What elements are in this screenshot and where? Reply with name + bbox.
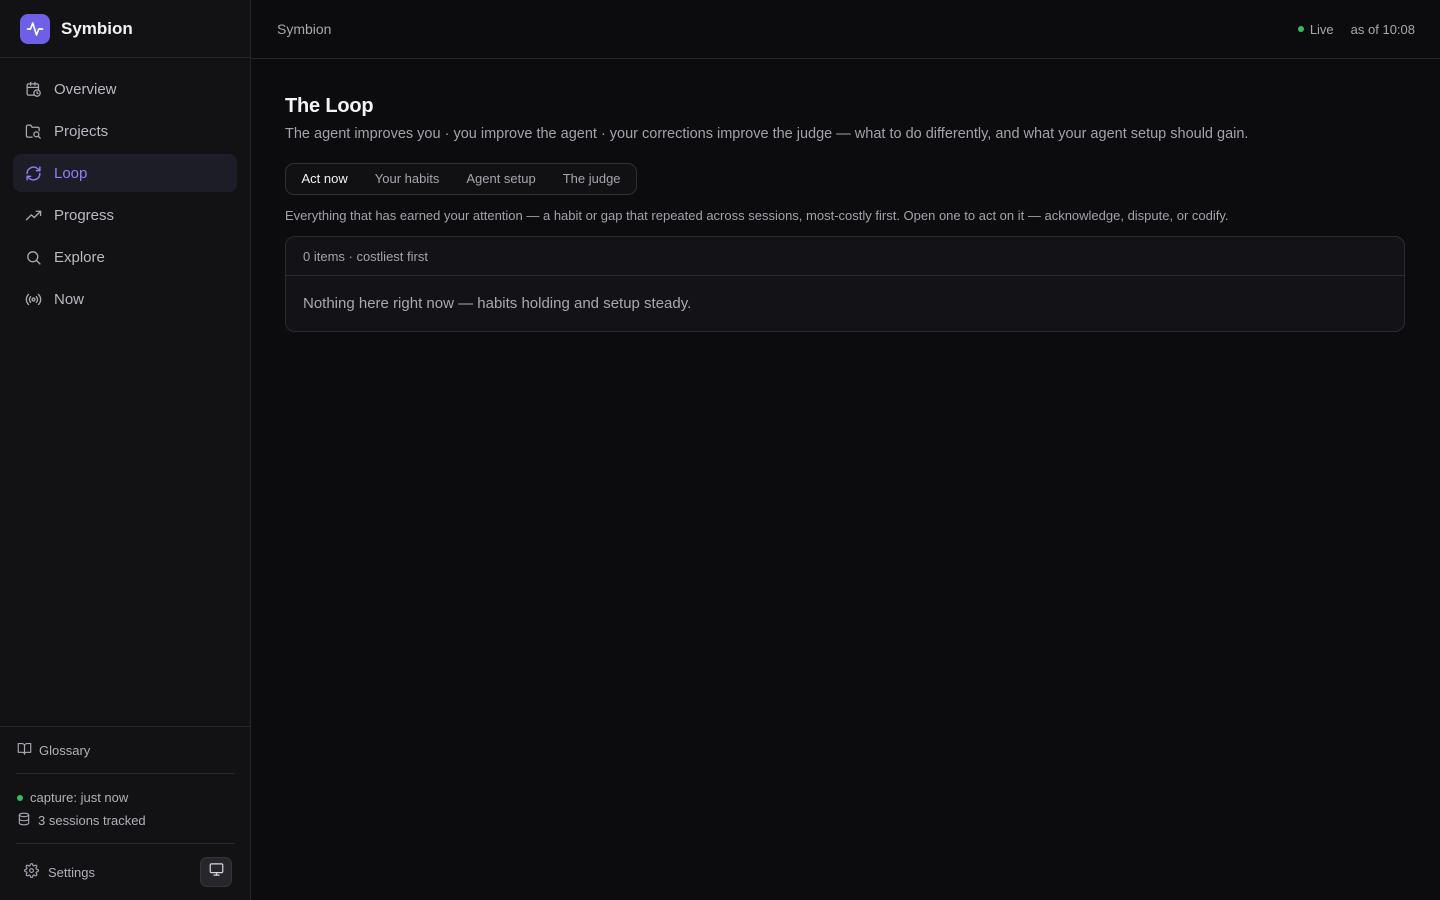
sessions-label: 3 sessions tracked xyxy=(38,813,146,828)
sidebar-item-overview[interactable]: Overview xyxy=(13,70,237,108)
database-icon xyxy=(17,812,31,829)
radio-broadcast-icon xyxy=(25,291,42,308)
settings-label: Settings xyxy=(48,864,95,880)
app-root: Symbion Overview Projects Loop Progress … xyxy=(0,0,1440,900)
settings-button[interactable]: Settings xyxy=(16,863,95,881)
page-content: The Loop The agent improves you · you im… xyxy=(251,59,1440,332)
live-label: Live xyxy=(1309,21,1334,37)
sidebar-item-label: Progress xyxy=(54,206,115,224)
sessions-line: 3 sessions tracked xyxy=(16,809,234,832)
sidebar: Symbion Overview Projects Loop Progress … xyxy=(0,0,251,900)
sidebar-item-explore[interactable]: Explore xyxy=(13,238,237,276)
refresh-icon xyxy=(25,165,42,182)
sidebar-item-label: Now xyxy=(54,290,85,308)
capture-status: capture: just now 3 sessions tracked xyxy=(16,774,234,844)
capture-label: capture: just now xyxy=(30,790,129,805)
breadcrumb[interactable]: Symbion xyxy=(277,21,331,37)
topbar-status: Live as of 10:08 xyxy=(1297,21,1415,37)
sidebar-item-label: Projects xyxy=(54,122,109,140)
monitor-icon xyxy=(209,862,224,882)
sidebar-nav: Overview Projects Loop Progress Explore … xyxy=(0,58,250,318)
items-count: 0 items · costliest first xyxy=(286,237,1404,276)
capture-line: capture: just now xyxy=(16,786,234,809)
live-dot xyxy=(1297,26,1304,32)
search-icon xyxy=(25,249,42,266)
book-open-icon xyxy=(17,741,32,759)
sidebar-item-label: Overview xyxy=(54,80,117,98)
page-subtitle: The agent improves you · you improve the… xyxy=(285,126,1249,142)
glossary-link[interactable]: Glossary xyxy=(16,727,234,774)
folder-search-icon xyxy=(25,123,42,140)
page-title: The Loop xyxy=(285,95,374,117)
tab-the-judge[interactable]: The judge xyxy=(549,164,634,194)
tab-act-now[interactable]: Act now xyxy=(288,164,361,194)
display-toggle-button[interactable] xyxy=(200,857,232,887)
sidebar-item-label: Loop xyxy=(54,164,88,182)
items-panel: 0 items · costliest first Nothing here r… xyxy=(285,236,1405,332)
sidebar-item-projects[interactable]: Projects xyxy=(13,112,237,150)
capture-status-dot xyxy=(17,794,23,801)
loop-tabs: Act now Your habits Agent setup The judg… xyxy=(285,163,638,195)
empty-state: Nothing here right now — habits holding … xyxy=(303,295,692,312)
gear-icon xyxy=(24,863,39,881)
tab-agent-setup[interactable]: Agent setup xyxy=(453,164,549,194)
brand[interactable]: Symbion xyxy=(0,0,250,58)
sidebar-item-label: Explore xyxy=(54,248,105,266)
activity-logo-icon xyxy=(20,13,50,44)
topbar: Symbion Live as of 10:08 xyxy=(251,0,1440,59)
main-area: Symbion Live as of 10:08 The Loop The ag… xyxy=(251,0,1440,900)
settings-row: Settings xyxy=(16,844,234,900)
glossary-label: Glossary xyxy=(39,742,91,758)
sidebar-footer: Glossary capture: just now 3 sessions tr… xyxy=(0,726,250,900)
calendar-clock-icon xyxy=(25,81,42,98)
sidebar-item-progress[interactable]: Progress xyxy=(13,196,237,234)
sidebar-item-now[interactable]: Now xyxy=(13,280,237,318)
tab-description: Everything that has earned your attentio… xyxy=(285,208,1229,223)
sidebar-item-loop[interactable]: Loop xyxy=(13,154,237,192)
trending-up-icon xyxy=(25,207,42,224)
tab-your-habits[interactable]: Your habits xyxy=(361,164,453,194)
as-of-timestamp: as of 10:08 xyxy=(1350,21,1415,37)
brand-name: Symbion xyxy=(61,18,133,38)
live-indicator: Live xyxy=(1297,21,1334,37)
